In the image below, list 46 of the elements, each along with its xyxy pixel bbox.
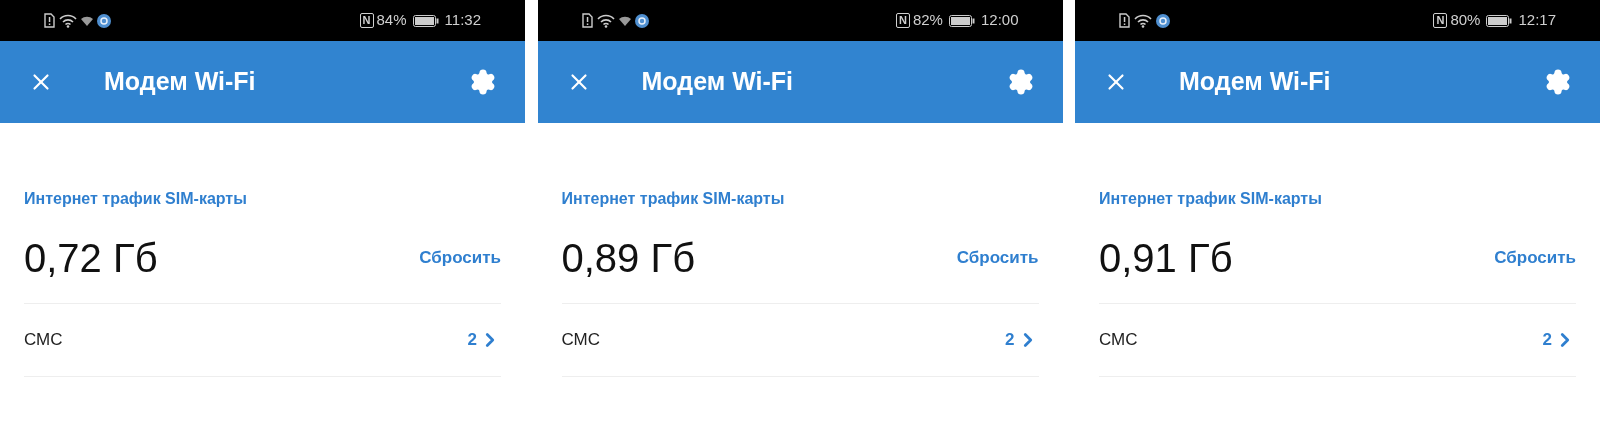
wifi-icon (596, 13, 615, 28)
nfc-icon: N (359, 13, 374, 28)
battery-percent: 82% (912, 10, 943, 31)
reset-button[interactable]: Сбросить (956, 245, 1039, 271)
nfc-icon: N (895, 13, 910, 28)
battery-icon (948, 14, 975, 27)
wifi-icon (81, 15, 93, 26)
sim-alert-icon (44, 13, 55, 28)
section-title: Интернет трафик SIM-карты (1099, 189, 1323, 209)
wifi-icon (1134, 13, 1152, 28)
header-title: Модем Wi-Fi (104, 66, 256, 98)
app-icon (634, 13, 649, 28)
nfc-icon: N (1433, 13, 1448, 28)
sms-row[interactable]: СМС 2 (561, 304, 1039, 376)
header-title: Модем Wi-Fi (641, 66, 793, 98)
reset-button[interactable]: Сбросить (419, 245, 501, 271)
clock: 12:00 (980, 10, 1019, 31)
sms-count: 2 (1542, 329, 1552, 352)
wifi-icon (618, 15, 631, 26)
battery-percent: 84% (376, 10, 407, 31)
battery-icon (412, 14, 439, 27)
battery-percent: 80% (1450, 10, 1481, 31)
sms-count: 2 (467, 329, 477, 352)
battery-icon (1486, 14, 1513, 27)
app-icon (1156, 13, 1170, 28)
reset-button[interactable]: Сбросить (1494, 245, 1576, 271)
app-icon (97, 13, 111, 28)
section-title: Интернет трафик SIM-карты (24, 189, 248, 209)
sms-row[interactable]: СМС 2 (1099, 304, 1576, 376)
settings-icon[interactable] (1544, 68, 1572, 96)
traffic-value: 0,89 Гб (561, 235, 696, 282)
header-title: Модем Wi-Fi (1179, 66, 1331, 98)
traffic-value: 0,91 Гб (1099, 235, 1233, 282)
sms-row[interactable]: СМС 2 (24, 304, 501, 376)
settings-icon[interactable] (469, 68, 497, 96)
section-title: Интернет трафик SIM-карты (561, 189, 786, 209)
traffic-value: 0,72 Гб (24, 235, 158, 282)
sms-label: СМС (561, 329, 601, 352)
wifi-icon (59, 13, 77, 28)
sms-label: СМС (1099, 329, 1138, 352)
clock: 12:17 (1518, 10, 1556, 31)
sim-alert-icon (1119, 13, 1130, 28)
sms-label: СМС (24, 329, 63, 352)
clock: 11:32 (444, 10, 481, 31)
sim-alert-icon (581, 13, 593, 28)
sms-count: 2 (1005, 329, 1015, 352)
